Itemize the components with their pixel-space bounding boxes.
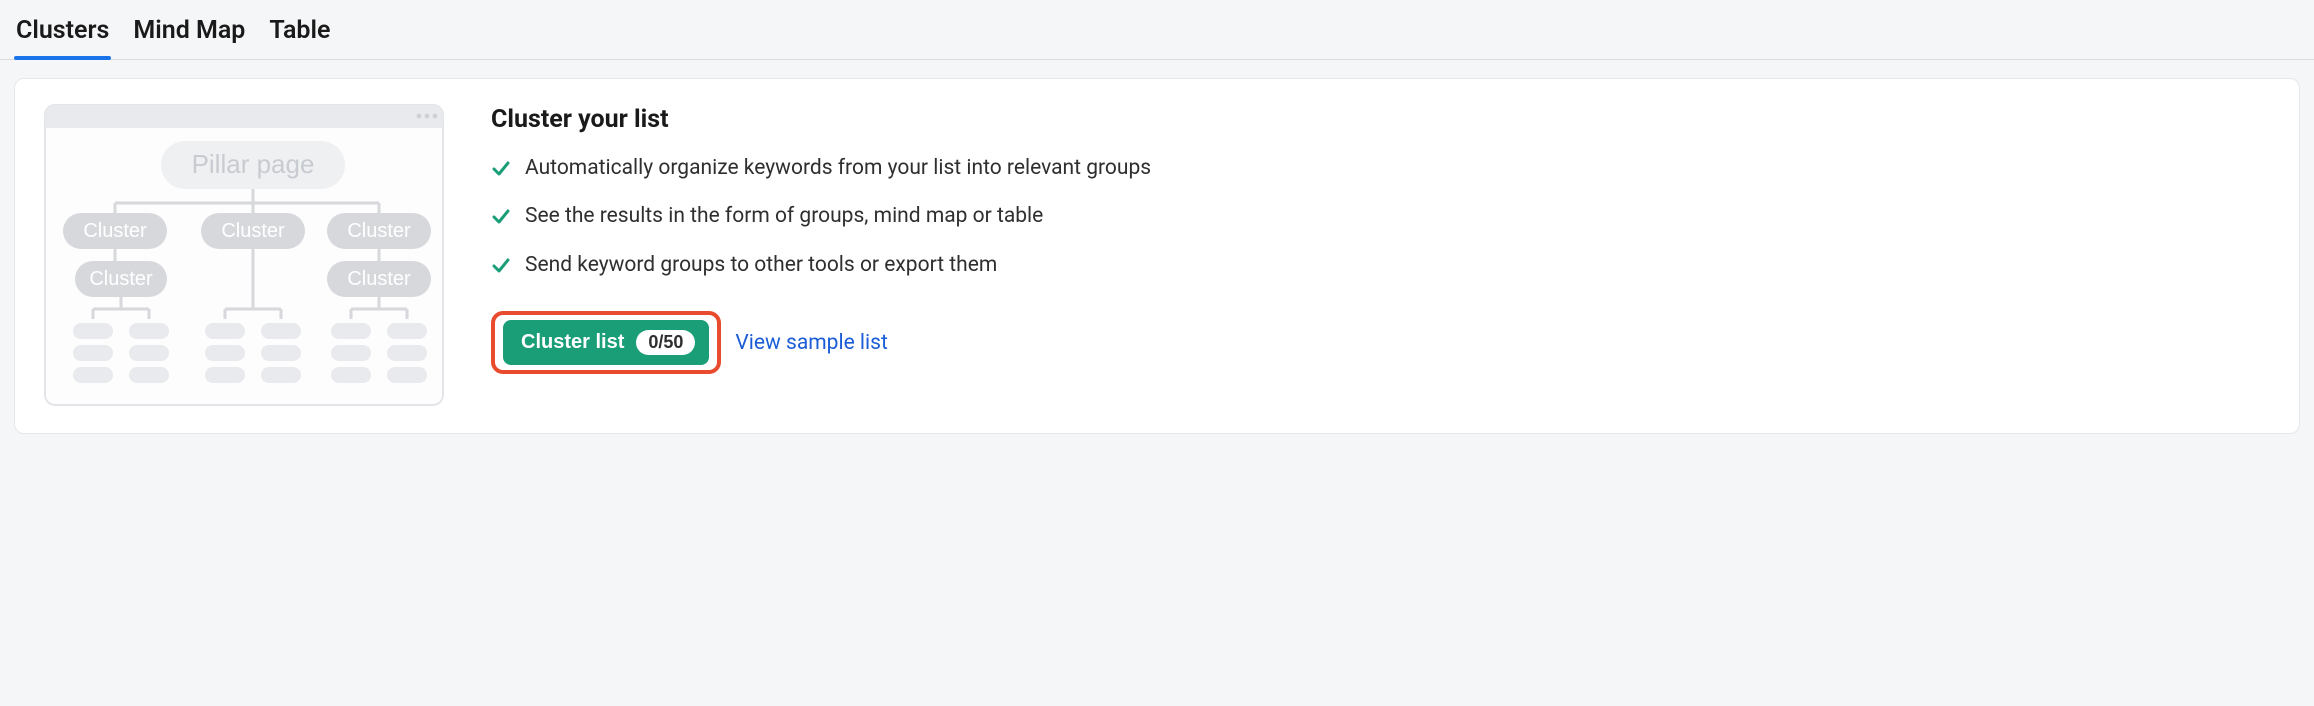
svg-text:Pillar page: Pillar page — [192, 149, 315, 179]
feature-text: See the results in the form of groups, m… — [525, 202, 1043, 230]
svg-text:Cluster: Cluster — [347, 220, 411, 242]
feature-item: See the results in the form of groups, m… — [491, 202, 2273, 234]
view-tabs: Clusters Mind Map Table — [0, 0, 2314, 60]
feature-text: Automatically organize keywords from you… — [525, 154, 1151, 182]
tab-mind-map[interactable]: Mind Map — [131, 6, 247, 59]
tab-clusters[interactable]: Clusters — [14, 6, 111, 59]
check-icon — [491, 206, 511, 234]
section-title: Cluster your list — [491, 105, 2273, 134]
svg-text:Cluster: Cluster — [83, 220, 147, 242]
tab-table[interactable]: Table — [267, 6, 332, 59]
svg-text:Cluster: Cluster — [89, 268, 153, 290]
cluster-illustration: Pillar page Cluster Cluster Cluster — [41, 101, 451, 411]
feature-text: Send keyword groups to other tools or ex… — [525, 251, 997, 279]
cluster-button-highlight: Cluster list 0/50 — [491, 311, 721, 374]
cluster-button-label: Cluster list — [521, 331, 624, 354]
cluster-list-button[interactable]: Cluster list 0/50 — [503, 320, 709, 365]
check-icon — [491, 158, 511, 186]
svg-text:Cluster: Cluster — [221, 220, 285, 242]
feature-item: Send keyword groups to other tools or ex… — [491, 251, 2273, 283]
svg-text:Cluster: Cluster — [347, 268, 411, 290]
cluster-intro-card: Pillar page Cluster Cluster Cluster — [14, 78, 2300, 434]
cluster-counter-badge: 0/50 — [636, 330, 695, 355]
view-sample-link[interactable]: View sample list — [735, 331, 887, 355]
check-icon — [491, 255, 511, 283]
feature-item: Automatically organize keywords from you… — [491, 154, 2273, 186]
feature-list: Automatically organize keywords from you… — [491, 154, 2273, 283]
